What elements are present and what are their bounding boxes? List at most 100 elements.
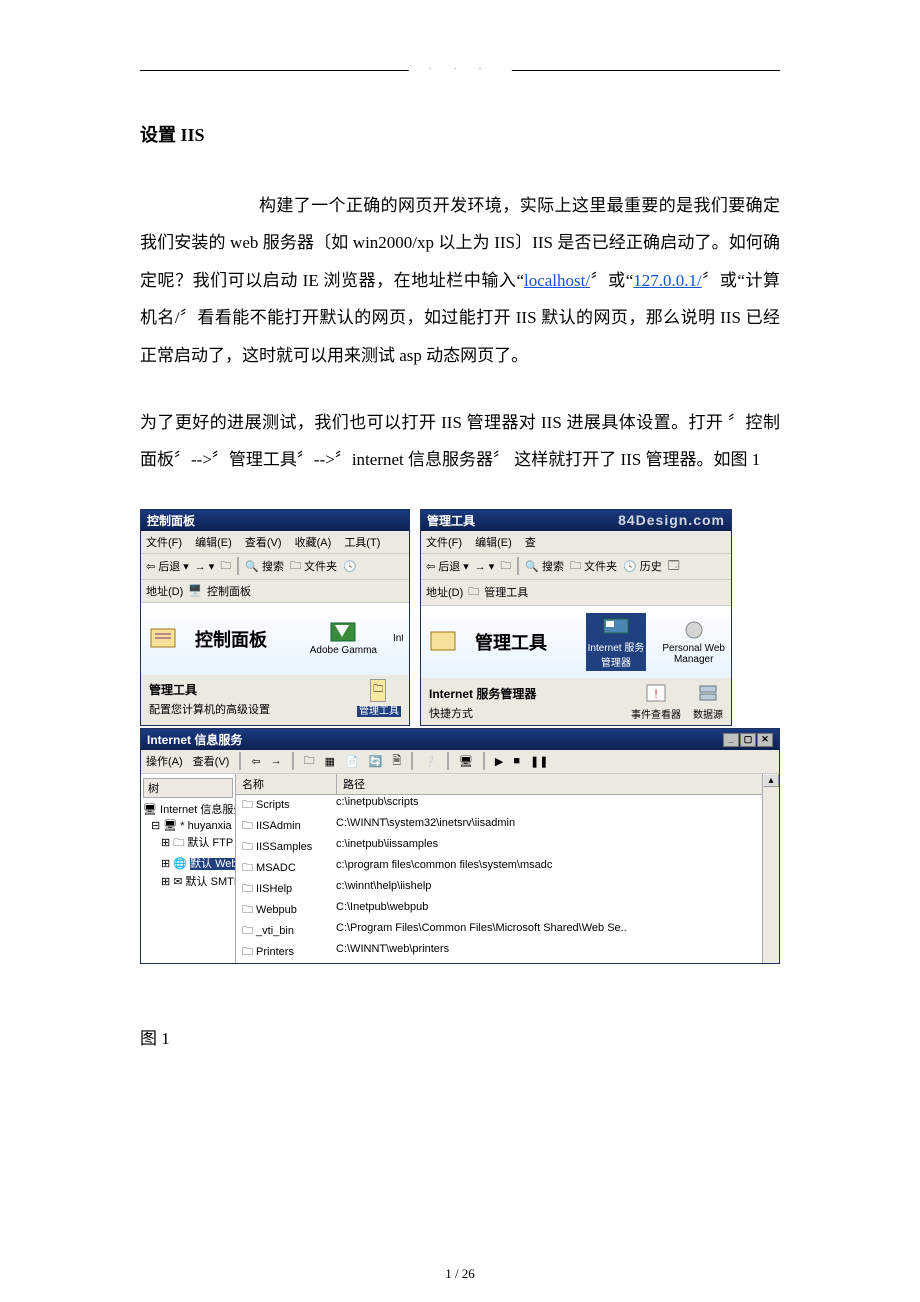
col-path[interactable]: 路径 xyxy=(337,774,779,794)
menu-edit[interactable]: 编辑(E) xyxy=(195,537,232,549)
table-row[interactable]: 🗀 _vti_binC:\Program Files\Common Files\… xyxy=(236,921,779,942)
menu-edit[interactable]: 编辑(E) xyxy=(475,537,512,549)
list-pane: 名称 路径 🗀 Scriptsc:\inetpub\scripts🗀 IISAd… xyxy=(236,774,779,963)
tree-web-site[interactable]: ⊞ 🌐 默认 Web 站点 xyxy=(143,854,233,872)
folder-icon: 🗀 xyxy=(242,841,253,853)
window-controls: _▢✕ xyxy=(722,731,773,747)
history-button[interactable]: 🕓 xyxy=(343,560,357,573)
link-127[interactable]: 127.0.0.1/ xyxy=(633,271,701,290)
table-row[interactable]: 🗀 Scriptsc:\inetpub\scripts xyxy=(236,795,779,816)
tree-host[interactable]: ⊟ 🖥 * huyanxia xyxy=(143,818,233,833)
folder-icon: 🗀 xyxy=(242,820,253,832)
folder-icon: 🗀 xyxy=(242,862,253,874)
history-button[interactable]: 🕓历史 xyxy=(623,558,662,574)
back-icon[interactable]: ⇦ xyxy=(251,755,260,768)
folders-button[interactable]: 🗀文件夹 xyxy=(290,557,337,576)
help-icon[interactable]: ❔ xyxy=(423,755,437,768)
folder-icon: 🗀 xyxy=(242,799,253,811)
forward-button[interactable]: → ▾ xyxy=(195,560,215,573)
table-row[interactable]: 🗀 IISAdminC:\WINNT\system32\inetsrv\iisa… xyxy=(236,816,779,837)
window-title: Internet 信息服务 xyxy=(147,731,242,748)
table-row[interactable]: 🗀 WebpubC:\Inetpub\webpub xyxy=(236,900,779,921)
link-localhost[interactable]: localhost/ xyxy=(524,271,590,290)
up-button[interactable]: 🗀 xyxy=(220,557,231,576)
page-heading: 设置 IIS xyxy=(140,121,780,147)
address-value: 管理工具 xyxy=(484,584,528,600)
up-icon[interactable]: 🗀 xyxy=(304,752,315,771)
menu-view[interactable]: 查 xyxy=(525,537,536,549)
banner-title: 管理工具 xyxy=(475,629,570,655)
window-title: 控制面板 xyxy=(147,512,195,529)
export-icon[interactable]: 🗎 xyxy=(392,752,401,771)
toolbar: ⇦ 后退 ▾ → ▾ 🗀 🔍搜索 🗀文件夹 🕓历史 🗔 xyxy=(421,553,731,580)
paragraph-2: 为了更好的进展测试，我们也可以打开 IIS 管理器对 IIS 进展具体设置。打开… xyxy=(140,404,780,479)
menu-file[interactable]: 文件(F) xyxy=(426,537,462,549)
pause-icon[interactable]: ❚❚ xyxy=(530,755,548,768)
iis-manager-label: Internet 服务管理器 xyxy=(429,685,536,702)
table-row[interactable]: 🗀 MSADCc:\program files\common files\sys… xyxy=(236,858,779,879)
separator xyxy=(292,752,294,770)
separator xyxy=(411,752,413,770)
admin-tools-window: 管理工具 84Design.com 文件(F) 编辑(E) 查 ⇦ 后退 ▾ →… xyxy=(420,509,732,726)
forward-icon[interactable]: → xyxy=(271,755,282,767)
search-button[interactable]: 🔍搜索 xyxy=(525,558,564,574)
tree-root[interactable]: 🖥 Internet 信息服务 xyxy=(143,800,233,818)
computer-icon[interactable]: 🖥 xyxy=(459,755,473,768)
menu-view[interactable]: 查看(V) xyxy=(245,537,282,549)
refresh-icon[interactable]: 🔄 xyxy=(369,755,383,768)
back-button[interactable]: ⇦ 后退 ▾ xyxy=(426,558,469,574)
menu-file[interactable]: 文件(F) xyxy=(146,537,182,549)
personal-web-manager-item[interactable]: Personal WebManager xyxy=(662,619,725,665)
close-button[interactable]: ✕ xyxy=(757,733,773,747)
table-row[interactable]: 🗀 IISSamplesc:\inetpub\iissamples xyxy=(236,837,779,858)
mgmt-tools-desc: 配置您计算机的高级设置 xyxy=(149,704,270,716)
search-button[interactable]: 🔍搜索 xyxy=(245,558,284,574)
properties-icon[interactable]: 📄 xyxy=(345,755,359,768)
folder-icon: 🗀 xyxy=(242,904,253,916)
banner: 控制面板 Adobe Gamma Int xyxy=(141,603,409,675)
table-row[interactable]: 🗀 PrintersC:\WINNT\web\printers xyxy=(236,942,779,963)
minimize-button[interactable]: _ xyxy=(723,733,739,747)
menubar: 文件(F) 编辑(E) 查看(V) 收藏(A) 工具(T) xyxy=(141,531,409,553)
back-button[interactable]: ⇦ 后退 ▾ xyxy=(146,558,189,574)
folder-icon: 🗀 xyxy=(242,925,253,937)
play-icon[interactable]: ▶ xyxy=(495,755,503,768)
folder-icon: 🗀 xyxy=(242,883,253,895)
col-name[interactable]: 名称 xyxy=(236,774,337,794)
stop-icon[interactable]: ■ xyxy=(513,755,520,767)
internet-options-icon[interactable]: Int xyxy=(393,633,403,644)
tree-header: 树 xyxy=(143,778,233,798)
control-panel-window: 控制面板 文件(F) 编辑(E) 查看(V) 收藏(A) 工具(T) ⇦ 后退 … xyxy=(140,509,410,726)
maximize-button[interactable]: ▢ xyxy=(740,733,756,747)
table-row[interactable]: 🗀 IISHelpc:\winnt\help\iishelp xyxy=(236,879,779,900)
menubar: 文件(F) 编辑(E) 查 xyxy=(421,531,731,553)
folders-button[interactable]: 🗀文件夹 xyxy=(570,557,617,576)
tree-smtp[interactable]: ⊞ ✉ 默认 SMTP 虚拟服务器 xyxy=(143,872,233,890)
control-panel-icon: 🖥️ xyxy=(188,584,202,597)
menu-tools[interactable]: 工具(T) xyxy=(344,537,380,549)
p1-mid: 〞或“ xyxy=(590,271,633,290)
separator xyxy=(447,752,449,770)
mgmt-tools-item[interactable]: 🗀 管理工具 xyxy=(357,679,401,717)
adobe-gamma-icon[interactable]: Adobe Gamma xyxy=(310,621,377,656)
menu-action[interactable]: 操作(A) xyxy=(146,753,183,769)
event-viewer-item[interactable]: ! 事件查看器 xyxy=(631,682,681,721)
titlebar: 管理工具 84Design.com xyxy=(421,510,731,531)
up-button[interactable]: 🗀 xyxy=(500,557,511,576)
paragraph-1: 构建了一个正确的网页开发环境，实际上这里最重要的是我们要确定我们安装的 web … xyxy=(140,187,780,374)
iis-manager-item[interactable]: Internet 服务管理器 xyxy=(586,613,647,671)
menu-view[interactable]: 查看(V) xyxy=(193,753,230,769)
menu-fav[interactable]: 收藏(A) xyxy=(295,537,332,549)
tree-ftp-site[interactable]: ⊞ 🗀 默认 FTP 站点 xyxy=(143,833,233,854)
data-sources-item[interactable]: 数据源 xyxy=(693,682,723,721)
toolbar: ⇦ 后退 ▾ → ▾ 🗀 🔍搜索 🗀文件夹 🕓 xyxy=(141,553,409,580)
forward-button[interactable]: → ▾ xyxy=(475,560,495,573)
watermark: 84Design.com xyxy=(618,512,725,528)
separator xyxy=(483,752,485,770)
show-hide-icon[interactable]: ▦ xyxy=(325,755,335,768)
mgmt-tools-label: 管理工具 xyxy=(149,681,270,698)
extra-button[interactable]: 🗔 xyxy=(668,557,680,576)
scrollbar[interactable] xyxy=(762,774,779,963)
titlebar: Internet 信息服务 _▢✕ xyxy=(141,729,779,750)
folder-icon: 🗀 xyxy=(468,583,479,602)
